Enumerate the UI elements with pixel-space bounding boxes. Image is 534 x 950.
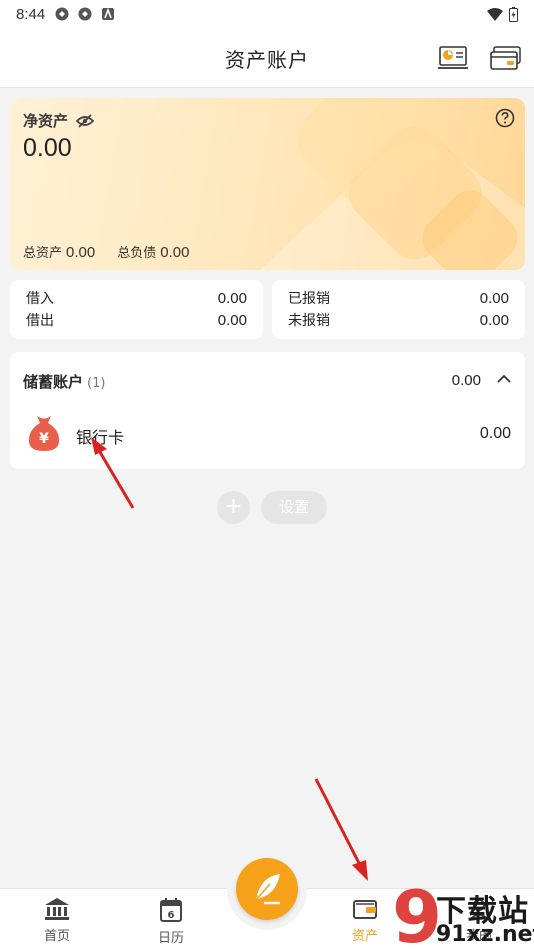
font-app-icon	[102, 7, 115, 20]
money-bag-icon: ¥	[28, 416, 60, 451]
nav-calendar[interactable]: 6 日历	[141, 897, 201, 946]
borrow-row: 借出 0.00	[26, 312, 247, 329]
nav-home[interactable]: 首页	[27, 897, 87, 944]
help-icon[interactable]	[495, 108, 515, 128]
unreimbursed-row: 未报销 0.00	[288, 312, 509, 329]
eye-hidden-icon[interactable]	[76, 113, 95, 128]
savings-total: 0.00	[451, 372, 481, 389]
cards-icon[interactable]	[490, 45, 522, 71]
savings-section: 储蓄账户 (1) 0.00 ¥ 银行卡 0.00	[10, 352, 525, 469]
app-notification-icon-2	[78, 7, 92, 21]
wallet-icon	[353, 900, 377, 919]
wifi-icon	[487, 7, 503, 21]
asset-totals: 总资产 0.00 总负债 0.00	[23, 242, 189, 261]
watermark-url: 91xz.net	[436, 922, 534, 947]
add-account-button[interactable]: +	[217, 491, 250, 524]
nav-assets[interactable]: 资产	[335, 897, 395, 944]
status-bar: 8:44	[0, 0, 534, 28]
app-header: 资产账户	[0, 28, 534, 88]
app-notification-icon	[55, 7, 69, 21]
total-assets: 总资产 0.00	[23, 244, 96, 261]
battery-icon	[509, 6, 518, 22]
report-icon[interactable]	[438, 45, 470, 71]
total-liabilities: 总负债 0.00	[117, 244, 190, 261]
account-name: 银行卡	[76, 428, 125, 447]
net-assets-label: 净资产	[23, 110, 95, 131]
reimbursed-row: 已报销 0.00	[288, 290, 509, 307]
svg-text:6: 6	[168, 910, 175, 921]
feather-pen-icon	[255, 874, 280, 905]
annotation-arrow-assets-tab	[314, 778, 368, 881]
svg-text:¥: ¥	[39, 431, 49, 447]
lend-row: 借入 0.00	[26, 290, 247, 307]
chevron-up-icon[interactable]	[497, 374, 511, 384]
loans-card[interactable]: 借入 0.00 借出 0.00	[10, 280, 263, 339]
status-time: 8:44	[16, 5, 46, 23]
net-assets-value: 0.00	[23, 134, 72, 162]
account-amount: 0.00	[479, 425, 511, 442]
reimburse-card[interactable]: 已报销 0.00 未报销 0.00	[272, 280, 525, 339]
account-row-bank-card[interactable]: ¥ 银行卡 0.00	[10, 412, 525, 458]
svg-text:9: 9	[392, 880, 442, 950]
home-bank-icon	[45, 898, 69, 920]
savings-header[interactable]: 储蓄账户 (1)	[23, 371, 105, 392]
net-assets-card[interactable]: 净资产 0.00 总资产 0.00 总负债 0.00	[10, 98, 525, 270]
settings-button[interactable]: 设置	[261, 491, 327, 524]
add-record-button[interactable]	[236, 858, 298, 920]
calendar-icon: 6	[160, 898, 182, 922]
